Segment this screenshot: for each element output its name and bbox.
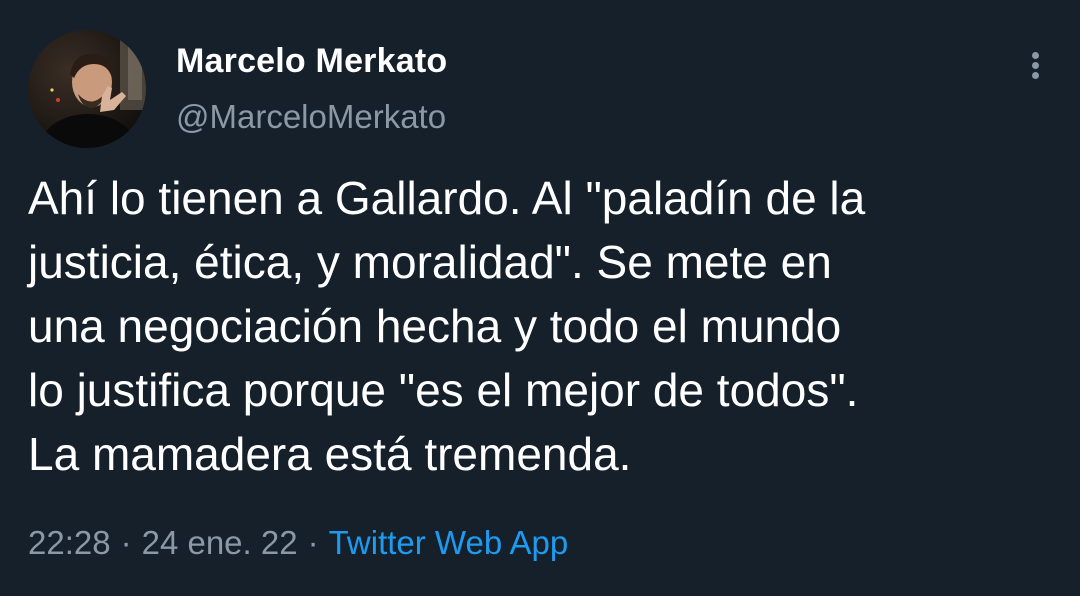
tweet-date[interactable]: 24 ene. 22 — [142, 524, 298, 561]
tweet-text-line: justicia, ética, y moralidad". Se mete e… — [28, 236, 832, 288]
more-options-dot — [1032, 72, 1039, 79]
more-options-icon[interactable] — [1018, 44, 1052, 84]
tweet-metadata: 22:28 · 24 ene. 22 · Twitter Web App — [28, 524, 568, 562]
tweet-text: Ahí lo tienen a Gallardo. Al "paladín de… — [28, 166, 1058, 486]
separator: · — [120, 524, 132, 561]
tweet-text-line: La mamadera está tremenda. — [28, 428, 632, 480]
separator: · — [307, 524, 319, 561]
tweet-text-line: lo justifica porque "es el mejor de todo… — [28, 364, 859, 416]
author-handle[interactable]: @MarceloMerkato — [176, 98, 446, 136]
tweet-text-line: Ahí lo tienen a Gallardo. Al "paladín de… — [28, 172, 866, 224]
tweet-card: Marcelo Merkato @MarceloMerkato Ahí lo t… — [0, 0, 1080, 596]
author-display-name[interactable]: Marcelo Merkato — [176, 42, 447, 81]
tweet-time[interactable]: 22:28 — [28, 524, 111, 561]
tweet-text-line: una negociación hecha y todo el mundo — [28, 300, 842, 352]
avatar[interactable] — [28, 30, 146, 148]
avatar-image — [28, 30, 146, 148]
more-options-dot — [1032, 62, 1039, 69]
tweet-source-link[interactable]: Twitter Web App — [329, 524, 569, 561]
more-options-dot — [1032, 52, 1039, 59]
